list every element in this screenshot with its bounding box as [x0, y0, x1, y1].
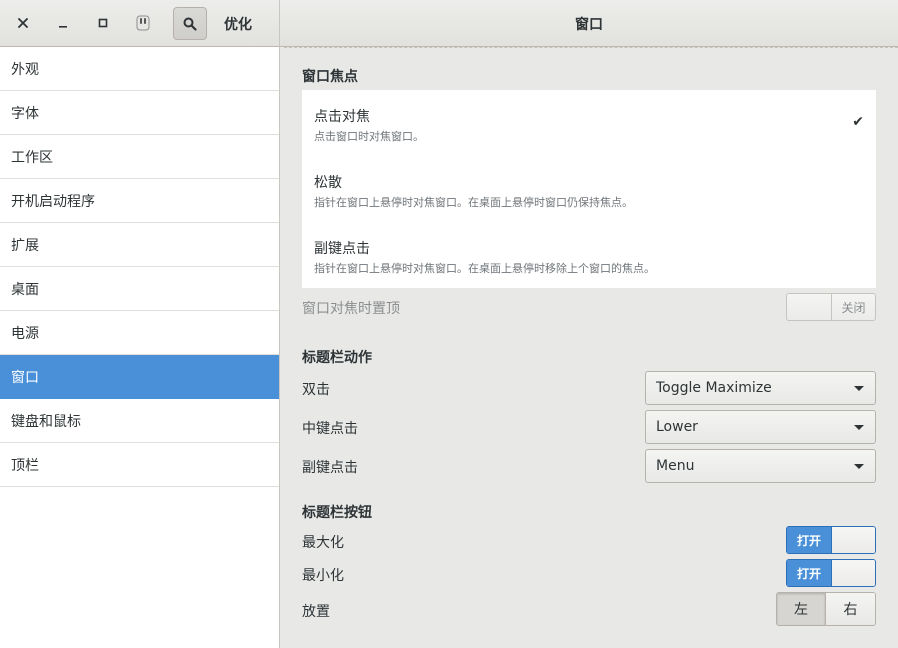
focus-mode-list: 点击对焦 点击窗口时对焦窗口。 ✔ 松散 指针在窗口上悬停时对焦窗口。在桌面上悬… — [302, 90, 876, 288]
focus-option-title: 松散 — [314, 175, 342, 191]
sidebar-item-desktop[interactable]: 桌面 — [0, 267, 279, 311]
sidebar: 外观 字体 工作区 开机启动程序 扩展 桌面 电源 窗口 键盘和鼠标 顶栏 — [0, 47, 280, 648]
section-title-window-focus: 窗口焦点 — [302, 69, 358, 85]
section-title-titlebar-buttons: 标题栏按钮 — [302, 505, 372, 521]
close-icon — [18, 18, 28, 28]
focus-option-title: 点击对焦 — [314, 109, 370, 125]
focus-option-secondary-click[interactable]: 副键点击 指针在窗口上悬停时对焦窗口。在桌面上悬停时移除上个窗口的焦点。 — [302, 222, 876, 288]
sidebar-item-label: 外观 — [11, 61, 39, 78]
sidebar-item-extensions[interactable]: 扩展 — [0, 223, 279, 267]
minimize-label: 最小化 — [302, 568, 344, 584]
minimize-switch[interactable]: 打开 — [786, 559, 876, 587]
maximize-icon — [98, 18, 108, 28]
secondary-click-label: 副键点击 — [302, 460, 358, 476]
switch-state-label: 关闭 — [831, 294, 875, 320]
minimize-button[interactable] — [47, 8, 79, 38]
combo-value: Toggle Maximize — [656, 380, 772, 396]
sidebar-item-startup-applications[interactable]: 开机启动程序 — [0, 179, 279, 223]
sidebar-item-label: 电源 — [11, 325, 39, 342]
focus-option-title: 副键点击 — [314, 241, 370, 257]
sidebar-item-power[interactable]: 电源 — [0, 311, 279, 355]
close-button[interactable] — [7, 8, 39, 38]
sidebar-item-top-bar[interactable]: 顶栏 — [0, 443, 279, 487]
focus-option-description: 指针在窗口上悬停时对焦窗口。在桌面上悬停时移除上个窗口的焦点。 — [314, 262, 655, 275]
sidebar-item-workspaces[interactable]: 工作区 — [0, 135, 279, 179]
placement-right-button[interactable]: 右 — [826, 593, 875, 625]
combo-value: Lower — [656, 419, 698, 435]
placement-toggle: 左 右 — [776, 592, 876, 626]
app-menu-button[interactable] — [127, 8, 159, 38]
switch-knob — [831, 527, 875, 553]
switch-state-label: 打开 — [787, 560, 831, 586]
search-button[interactable] — [173, 7, 207, 40]
app-menu-icon — [136, 15, 150, 31]
sidebar-item-label: 键盘和鼠标 — [11, 413, 81, 430]
raise-on-focus-switch[interactable]: 关闭 — [786, 293, 876, 321]
sidebar-item-label: 桌面 — [11, 281, 39, 298]
sidebar-item-label: 扩展 — [11, 237, 39, 254]
header-left-pane: 优化 — [0, 0, 280, 47]
minimize-icon — [59, 26, 67, 28]
sidebar-item-fonts[interactable]: 字体 — [0, 91, 279, 135]
sidebar-item-appearance[interactable]: 外观 — [0, 47, 279, 91]
section-title-titlebar-actions: 标题栏动作 — [302, 350, 372, 366]
raise-on-focus-label: 窗口对焦时置顶 — [302, 301, 400, 317]
focus-option-description: 点击窗口时对焦窗口。 — [314, 130, 424, 143]
dropdown-arrow-icon — [854, 386, 864, 391]
sidebar-item-label: 顶栏 — [11, 457, 39, 474]
switch-knob — [787, 294, 831, 320]
middle-click-combo[interactable]: Lower — [645, 410, 876, 444]
checkmark-icon: ✔ — [852, 114, 864, 130]
middle-click-label: 中键点击 — [302, 421, 358, 437]
tweaks-window: 优化 窗口 外观 字体 工作区 开机启动程序 扩展 桌面 电源 窗口 键盘和鼠标… — [0, 0, 898, 648]
double-click-combo[interactable]: Toggle Maximize — [645, 371, 876, 405]
maximize-button[interactable] — [87, 8, 119, 38]
double-click-label: 双击 — [302, 382, 330, 398]
divider — [284, 47, 898, 48]
placement-label: 放置 — [302, 604, 330, 620]
sidebar-item-windows[interactable]: 窗口 — [0, 355, 279, 399]
sidebar-item-label: 开机启动程序 — [11, 193, 95, 210]
switch-state-label: 打开 — [787, 527, 831, 553]
switch-knob — [831, 560, 875, 586]
sidebar-item-label: 窗口 — [11, 369, 39, 386]
focus-option-click[interactable]: 点击对焦 点击窗口时对焦窗口。 ✔ — [302, 90, 876, 156]
sidebar-item-keyboard-mouse[interactable]: 键盘和鼠标 — [0, 399, 279, 443]
page-title: 窗口 — [575, 17, 603, 33]
sidebar-item-label: 字体 — [11, 105, 39, 122]
focus-option-sloppy[interactable]: 松散 指针在窗口上悬停时对焦窗口。在桌面上悬停时窗口仍保持焦点。 — [302, 156, 876, 222]
main-panel: 窗口焦点 点击对焦 点击窗口时对焦窗口。 ✔ 松散 指针在窗口上悬停时对焦窗口。… — [280, 47, 898, 648]
search-icon — [183, 17, 197, 31]
sidebar-item-label: 工作区 — [11, 149, 53, 166]
header-bar: 优化 窗口 — [0, 0, 898, 47]
combo-value: Menu — [656, 458, 695, 474]
secondary-click-combo[interactable]: Menu — [645, 449, 876, 483]
app-title: 优化 — [224, 17, 252, 33]
dropdown-arrow-icon — [854, 425, 864, 430]
maximize-switch[interactable]: 打开 — [786, 526, 876, 554]
dropdown-arrow-icon — [854, 464, 864, 469]
placement-left-button[interactable]: 左 — [777, 593, 826, 625]
maximize-label: 最大化 — [302, 535, 344, 551]
focus-option-description: 指针在窗口上悬停时对焦窗口。在桌面上悬停时窗口仍保持焦点。 — [314, 196, 633, 209]
